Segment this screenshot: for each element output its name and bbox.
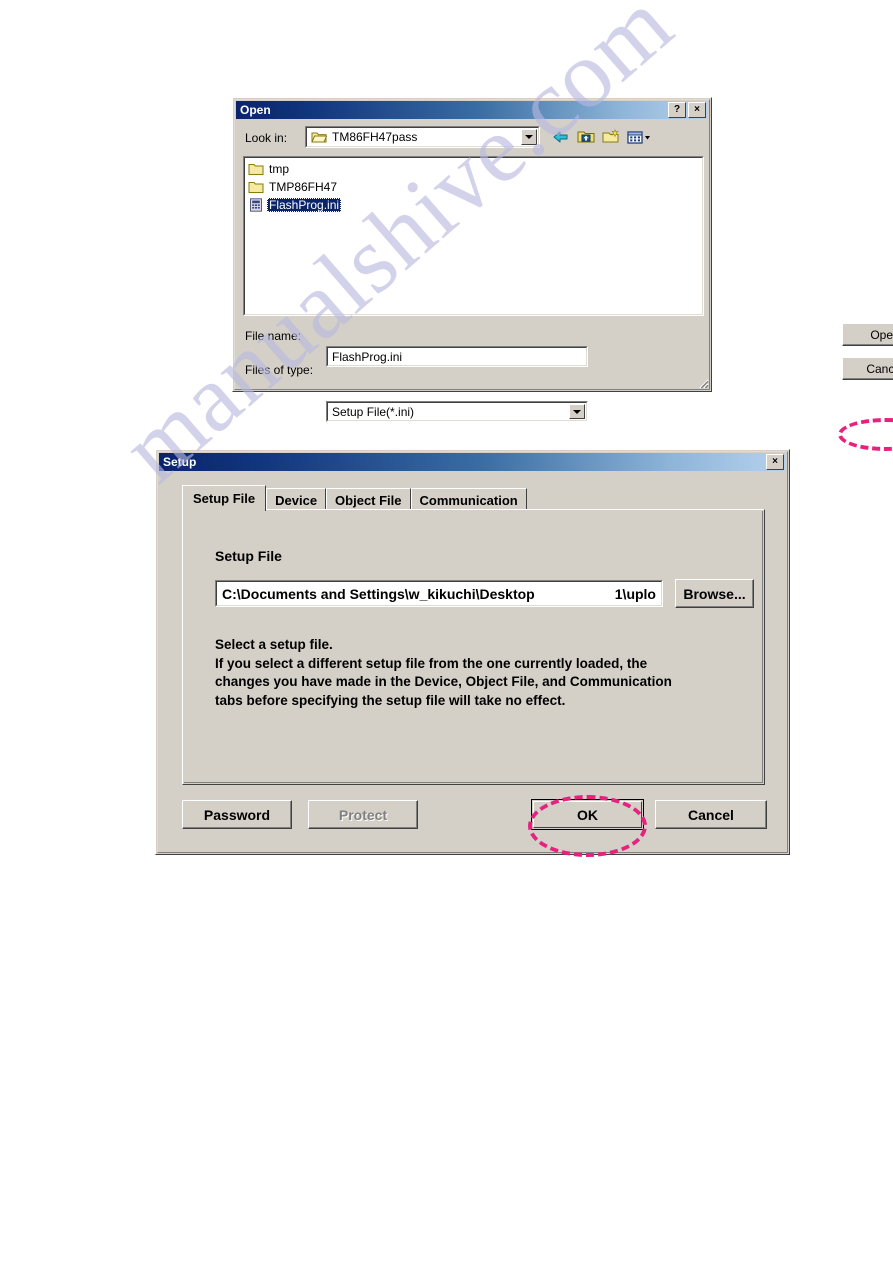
back-arrow-icon[interactable] [551,128,571,146]
file-name-input-inner: FlashProg.ini [327,347,587,366]
file-name-input[interactable]: FlashProg.ini [326,346,588,367]
setup-file-path-input[interactable]: C:\Documents and Settings\w_kikuchi\Desk… [215,580,663,607]
setup-file-path-wrap: C:\Documents and Settings\w_kikuchi\Desk… [217,586,661,602]
setup-cancel-button-label: Cancel [688,806,734,823]
titlebar-button-group: × [766,454,786,470]
look-in-dropdown-arrow[interactable] [521,129,537,145]
look-in-value: TM86FH47pass [332,130,418,144]
setup-tabstrip: Setup File Device Object File Communicat… [182,485,527,511]
protect-button[interactable]: Protect [308,800,418,829]
list-item[interactable]: tmp [248,161,702,177]
open-dialog-title: Open [240,103,271,117]
tab-label: Object File [335,492,402,508]
close-icon[interactable]: × [688,102,706,118]
setup-file-path-value-tail: 1\uplo [614,585,656,602]
list-item[interactable]: TMP86FH47 [248,179,702,195]
setup-dialog: Setup × Setup File Device Object File Co… [155,449,790,855]
cancel-button-label: Cancel [866,361,893,376]
password-button[interactable]: Password [182,800,292,829]
views-icon[interactable] [626,128,650,146]
file-list-inner: tmp TMP86FH47 FlashProg.ini [244,157,703,315]
resize-grip-icon[interactable] [695,375,709,389]
cancel-button[interactable]: Cancel [842,357,893,380]
ok-button-label: OK [577,806,598,823]
password-button-label: Password [203,806,271,823]
file-name-label-static: File name: [245,329,302,343]
titlebar-button-group: ? × [668,102,708,118]
tab-communication[interactable]: Communication [410,488,527,511]
setup-dialog-titlebar[interactable]: Setup × [159,453,786,471]
ok-button[interactable]: OK [531,799,644,830]
open-button[interactable]: Open [842,323,893,346]
list-item-selected[interactable]: FlashProg.ini [248,197,702,213]
new-folder-icon[interactable] [601,128,621,146]
files-of-type-label-static: Files of type: [245,363,314,377]
files-of-type-dropdown-arrow[interactable] [569,404,585,419]
look-in-label: Look in: [245,131,288,145]
setup-file-tab-panel: Setup File C:\Documents and Settings\w_k… [182,509,765,785]
open-button-highlight [838,418,893,451]
files-of-type-combobox[interactable]: Setup File(*.ini) [326,401,588,422]
setup-cancel-button[interactable]: Cancel [655,800,767,829]
setup-file-description: Select a setup file. If you select a dif… [215,637,672,708]
open-dialog-toolbar [551,126,650,148]
tab-object-file[interactable]: Object File [326,488,411,511]
tab-label: Setup File [193,491,256,506]
files-of-type-value: Setup File(*.ini) [332,404,415,419]
setup-file-path-value: C:\Documents and Settings\w_kikuchi\Desk… [222,585,535,602]
browse-button[interactable]: Browse... [675,579,754,608]
open-button-label: Open [870,327,893,342]
files-of-type-inner: Setup File(*.ini) [327,402,587,421]
folder-open-icon [311,130,328,144]
look-in-combobox[interactable]: TM86FH47pass [305,126,540,148]
file-name-label: TMP86FH47 [269,180,338,194]
up-one-level-icon[interactable] [576,128,596,146]
browse-button-label: Browse... [683,585,746,602]
close-icon[interactable]: × [766,454,784,470]
setup-file-path-inner: C:\Documents and Settings\w_kikuchi\Desk… [216,581,662,606]
file-name-label: tmp [269,162,290,176]
tab-label: Communication [419,492,518,508]
setup-file-group-label: Setup File [215,548,282,564]
file-name-label: FlashProg.ini [267,198,342,212]
file-name-value: FlashProg.ini [332,349,403,364]
tab-label: Device [275,492,318,508]
folder-icon [248,180,264,194]
ini-file-icon [248,198,264,212]
open-dialog-titlebar[interactable]: Open ? × [236,101,708,119]
help-icon[interactable]: ? [668,102,686,118]
file-list-view[interactable]: tmp TMP86FH47 FlashProg.ini [243,156,704,316]
open-file-dialog: Open ? × Look in: TM86FH47pass tmp TMP86… [232,97,893,451]
tab-device[interactable]: Device [266,488,327,511]
protect-button-label: Protect [338,806,388,823]
look-in-combobox-inner: TM86FH47pass [306,127,539,147]
setup-dialog-title: Setup [163,455,197,469]
folder-icon [248,162,264,176]
tab-setup-file[interactable]: Setup File [182,485,267,511]
